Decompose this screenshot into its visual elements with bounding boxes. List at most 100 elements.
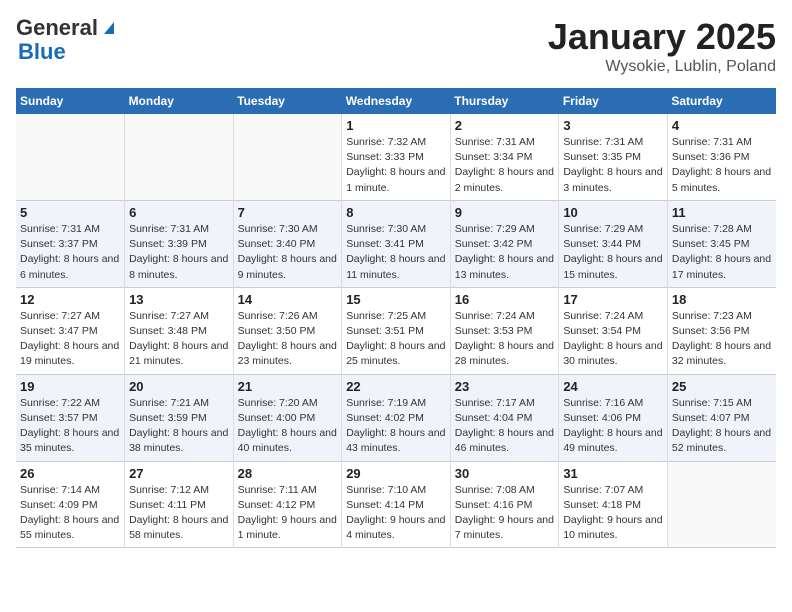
day-info: Sunrise: 7:32 AM Sunset: 3:33 PM Dayligh… — [346, 135, 446, 196]
day-number: 31 — [563, 466, 663, 481]
calendar-header: SundayMondayTuesdayWednesdayThursdayFrid… — [16, 88, 776, 114]
calendar-row: 12 Sunrise: 7:27 AM Sunset: 3:47 PM Dayli… — [16, 287, 776, 374]
day-number: 6 — [129, 205, 229, 220]
day-info: Sunrise: 7:11 AM Sunset: 4:12 PM Dayligh… — [238, 483, 338, 544]
day-info: Sunrise: 7:31 AM Sunset: 3:37 PM Dayligh… — [20, 222, 120, 283]
day-number: 24 — [563, 379, 663, 394]
day-info: Sunrise: 7:30 AM Sunset: 3:40 PM Dayligh… — [238, 222, 338, 283]
day-info: Sunrise: 7:15 AM Sunset: 4:07 PM Dayligh… — [672, 396, 772, 457]
calendar-row: 5 Sunrise: 7:31 AM Sunset: 3:37 PM Daylig… — [16, 200, 776, 287]
calendar-cell: 22 Sunrise: 7:19 AM Sunset: 4:02 PM Dayli… — [342, 374, 451, 461]
header-cell-thursday: Thursday — [450, 88, 559, 114]
calendar-cell: 6 Sunrise: 7:31 AM Sunset: 3:39 PM Daylig… — [125, 200, 234, 287]
header-cell-friday: Friday — [559, 88, 668, 114]
calendar-cell: 16 Sunrise: 7:24 AM Sunset: 3:53 PM Dayli… — [450, 287, 559, 374]
day-number: 16 — [455, 292, 555, 307]
day-info: Sunrise: 7:27 AM Sunset: 3:47 PM Dayligh… — [20, 309, 120, 370]
day-info: Sunrise: 7:27 AM Sunset: 3:48 PM Dayligh… — [129, 309, 229, 370]
calendar-cell: 3Sunrise: 7:31 AM Sunset: 3:35 PM Daylig… — [559, 114, 668, 200]
calendar-table: SundayMondayTuesdayWednesdayThursdayFrid… — [16, 88, 776, 548]
day-number: 15 — [346, 292, 446, 307]
calendar-cell: 5 Sunrise: 7:31 AM Sunset: 3:37 PM Daylig… — [16, 200, 125, 287]
logo-blue-text: Blue — [18, 40, 118, 64]
calendar-cell: 13 Sunrise: 7:27 AM Sunset: 3:48 PM Dayli… — [125, 287, 234, 374]
calendar-cell: 27 Sunrise: 7:12 AM Sunset: 4:11 PM Dayli… — [125, 461, 234, 548]
calendar-cell: 2 Sunrise: 7:31 AM Sunset: 3:34 PM Daylig… — [450, 114, 559, 200]
calendar-cell: 4 Sunrise: 7:31 AM Sunset: 3:36 PM Daylig… — [667, 114, 776, 200]
title-block: January 2025 Wysokie, Lublin, Poland — [548, 16, 776, 76]
day-number: 9 — [455, 205, 555, 220]
day-number: 2 — [455, 118, 555, 133]
calendar-row: 1Sunrise: 7:32 AM Sunset: 3:33 PM Daylig… — [16, 114, 776, 200]
day-info: Sunrise: 7:24 AM Sunset: 3:53 PM Dayligh… — [455, 309, 555, 370]
day-number: 7 — [238, 205, 338, 220]
day-number: 30 — [455, 466, 555, 481]
day-info: Sunrise: 7:31 AM Sunset: 3:35 PM Dayligh… — [563, 135, 663, 196]
day-number: 12 — [20, 292, 120, 307]
day-number: 10 — [563, 205, 663, 220]
calendar-cell: 11 Sunrise: 7:28 AM Sunset: 3:45 PM Dayli… — [667, 200, 776, 287]
calendar-row: 26 Sunrise: 7:14 AM Sunset: 4:09 PM Dayli… — [16, 461, 776, 548]
calendar-cell — [667, 461, 776, 548]
calendar-cell: 21Sunrise: 7:20 AM Sunset: 4:00 PM Dayli… — [233, 374, 342, 461]
day-info: Sunrise: 7:24 AM Sunset: 3:54 PM Dayligh… — [563, 309, 663, 370]
calendar-cell: 30 Sunrise: 7:08 AM Sunset: 4:16 PM Dayli… — [450, 461, 559, 548]
day-info: Sunrise: 7:10 AM Sunset: 4:14 PM Dayligh… — [346, 483, 446, 544]
logo-general-text: General — [16, 16, 98, 40]
day-info: Sunrise: 7:31 AM Sunset: 3:39 PM Dayligh… — [129, 222, 229, 283]
day-number: 18 — [672, 292, 772, 307]
day-info: Sunrise: 7:28 AM Sunset: 3:45 PM Dayligh… — [672, 222, 772, 283]
calendar-cell: 28Sunrise: 7:11 AM Sunset: 4:12 PM Dayli… — [233, 461, 342, 548]
day-info: Sunrise: 7:12 AM Sunset: 4:11 PM Dayligh… — [129, 483, 229, 544]
calendar-cell: 23 Sunrise: 7:17 AM Sunset: 4:04 PM Dayli… — [450, 374, 559, 461]
day-info: Sunrise: 7:08 AM Sunset: 4:16 PM Dayligh… — [455, 483, 555, 544]
calendar-cell: 17Sunrise: 7:24 AM Sunset: 3:54 PM Dayli… — [559, 287, 668, 374]
day-info: Sunrise: 7:20 AM Sunset: 4:00 PM Dayligh… — [238, 396, 338, 457]
day-info: Sunrise: 7:31 AM Sunset: 3:36 PM Dayligh… — [672, 135, 772, 196]
header-row: SundayMondayTuesdayWednesdayThursdayFrid… — [16, 88, 776, 114]
day-number: 22 — [346, 379, 446, 394]
header-cell-saturday: Saturday — [667, 88, 776, 114]
header-cell-sunday: Sunday — [16, 88, 125, 114]
day-info: Sunrise: 7:26 AM Sunset: 3:50 PM Dayligh… — [238, 309, 338, 370]
day-number: 13 — [129, 292, 229, 307]
calendar-cell: 24 Sunrise: 7:16 AM Sunset: 4:06 PM Dayli… — [559, 374, 668, 461]
day-number: 25 — [672, 379, 772, 394]
day-number: 11 — [672, 205, 772, 220]
calendar-cell: 19 Sunrise: 7:22 AM Sunset: 3:57 PM Dayli… — [16, 374, 125, 461]
logo-icon — [100, 18, 118, 36]
page-subtitle: Wysokie, Lublin, Poland — [548, 58, 776, 76]
header-cell-wednesday: Wednesday — [342, 88, 451, 114]
day-info: Sunrise: 7:31 AM Sunset: 3:34 PM Dayligh… — [455, 135, 555, 196]
day-info: Sunrise: 7:19 AM Sunset: 4:02 PM Dayligh… — [346, 396, 446, 457]
calendar-cell: 10 Sunrise: 7:29 AM Sunset: 3:44 PM Dayli… — [559, 200, 668, 287]
day-number: 19 — [20, 379, 120, 394]
day-info: Sunrise: 7:17 AM Sunset: 4:04 PM Dayligh… — [455, 396, 555, 457]
day-number: 23 — [455, 379, 555, 394]
day-number: 29 — [346, 466, 446, 481]
logo: General Blue — [16, 16, 118, 64]
day-info: Sunrise: 7:25 AM Sunset: 3:51 PM Dayligh… — [346, 309, 446, 370]
day-info: Sunrise: 7:21 AM Sunset: 3:59 PM Dayligh… — [129, 396, 229, 457]
day-info: Sunrise: 7:22 AM Sunset: 3:57 PM Dayligh… — [20, 396, 120, 457]
day-number: 26 — [20, 466, 120, 481]
day-info: Sunrise: 7:29 AM Sunset: 3:44 PM Dayligh… — [563, 222, 663, 283]
day-number: 27 — [129, 466, 229, 481]
calendar-cell — [125, 114, 234, 200]
calendar-cell: 20Sunrise: 7:21 AM Sunset: 3:59 PM Dayli… — [125, 374, 234, 461]
day-number: 14 — [238, 292, 338, 307]
header-cell-tuesday: Tuesday — [233, 88, 342, 114]
calendar-body: 1Sunrise: 7:32 AM Sunset: 3:33 PM Daylig… — [16, 114, 776, 548]
page-title: January 2025 — [548, 16, 776, 58]
header-cell-monday: Monday — [125, 88, 234, 114]
day-number: 8 — [346, 205, 446, 220]
day-info: Sunrise: 7:16 AM Sunset: 4:06 PM Dayligh… — [563, 396, 663, 457]
calendar-cell: 26 Sunrise: 7:14 AM Sunset: 4:09 PM Dayli… — [16, 461, 125, 548]
day-number: 4 — [672, 118, 772, 133]
calendar-cell — [233, 114, 342, 200]
calendar-cell: 15 Sunrise: 7:25 AM Sunset: 3:51 PM Dayli… — [342, 287, 451, 374]
day-info: Sunrise: 7:14 AM Sunset: 4:09 PM Dayligh… — [20, 483, 120, 544]
calendar-cell: 29 Sunrise: 7:10 AM Sunset: 4:14 PM Dayli… — [342, 461, 451, 548]
day-number: 5 — [20, 205, 120, 220]
calendar-row: 19 Sunrise: 7:22 AM Sunset: 3:57 PM Dayli… — [16, 374, 776, 461]
